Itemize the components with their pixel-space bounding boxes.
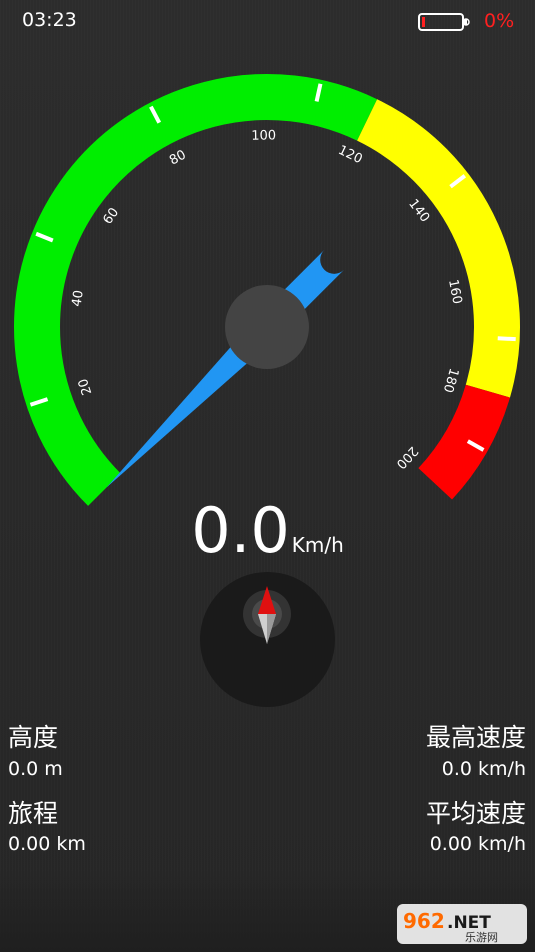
gauge-tick-label: 140 [405, 197, 432, 226]
gauge-svg: 20 40 60 80 100 120 140 160 180 200 [14, 74, 520, 506]
altitude-value: 0.0 m [8, 758, 63, 780]
gauge-tick-label: 60 [100, 205, 122, 227]
speedometer-gauge: 20 40 60 80 100 120 140 160 180 200 [0, 60, 535, 530]
status-bar: 03:23 0% [0, 0, 535, 42]
avg-speed-value: 0.00 km/h [429, 833, 526, 855]
max-speed-label: 最高速度 [425, 723, 526, 752]
gauge-tick-label: 100 [251, 128, 276, 143]
battery-icon [418, 13, 470, 31]
watermark-logo: 962 .NET 乐游网 [395, 898, 530, 948]
svg-text:.NET: .NET [447, 913, 491, 933]
compass [200, 572, 335, 707]
clock: 03:23 [22, 9, 77, 31]
watermark-text: 乐游网 [465, 931, 498, 944]
gauge-arc-red [418, 384, 510, 500]
distance-value: 0.00 km [8, 833, 86, 855]
speed-value: 0.0 [191, 494, 290, 567]
gauge-needle [106, 249, 345, 488]
speed-unit: Km/h [291, 533, 344, 557]
altitude-label: 高度 [8, 723, 59, 752]
gauge-tick-label: 20 [76, 376, 95, 396]
gauge-tick-label: 200 [393, 443, 421, 471]
avg-speed-label: 平均速度 [425, 799, 526, 828]
distance-label: 旅程 [8, 799, 59, 828]
svg-text:962: 962 [403, 909, 445, 933]
max-speed-value: 0.0 km/h [441, 758, 526, 780]
gauge-tick-label: 120 [336, 143, 365, 167]
gauge-tick-label: 160 [445, 278, 464, 305]
gauge-hub [225, 285, 309, 369]
battery-percent: 0% [484, 10, 515, 32]
gauge-tick-label: 180 [440, 366, 461, 394]
gauge-needle-pointer [106, 249, 345, 488]
speed-readout: 0.0 Km/h [0, 494, 535, 567]
app-screen: 03:23 0% 20 40 60 80 100 120 140 160 180 200 0.0 K… [0, 0, 535, 952]
gauge-tick [497, 336, 516, 342]
compass-needle-icon [243, 586, 291, 644]
gauge-tick-label: 80 [167, 148, 189, 169]
gauge-tick-label: 40 [69, 289, 86, 308]
gauge-arc-yellow [356, 99, 520, 398]
